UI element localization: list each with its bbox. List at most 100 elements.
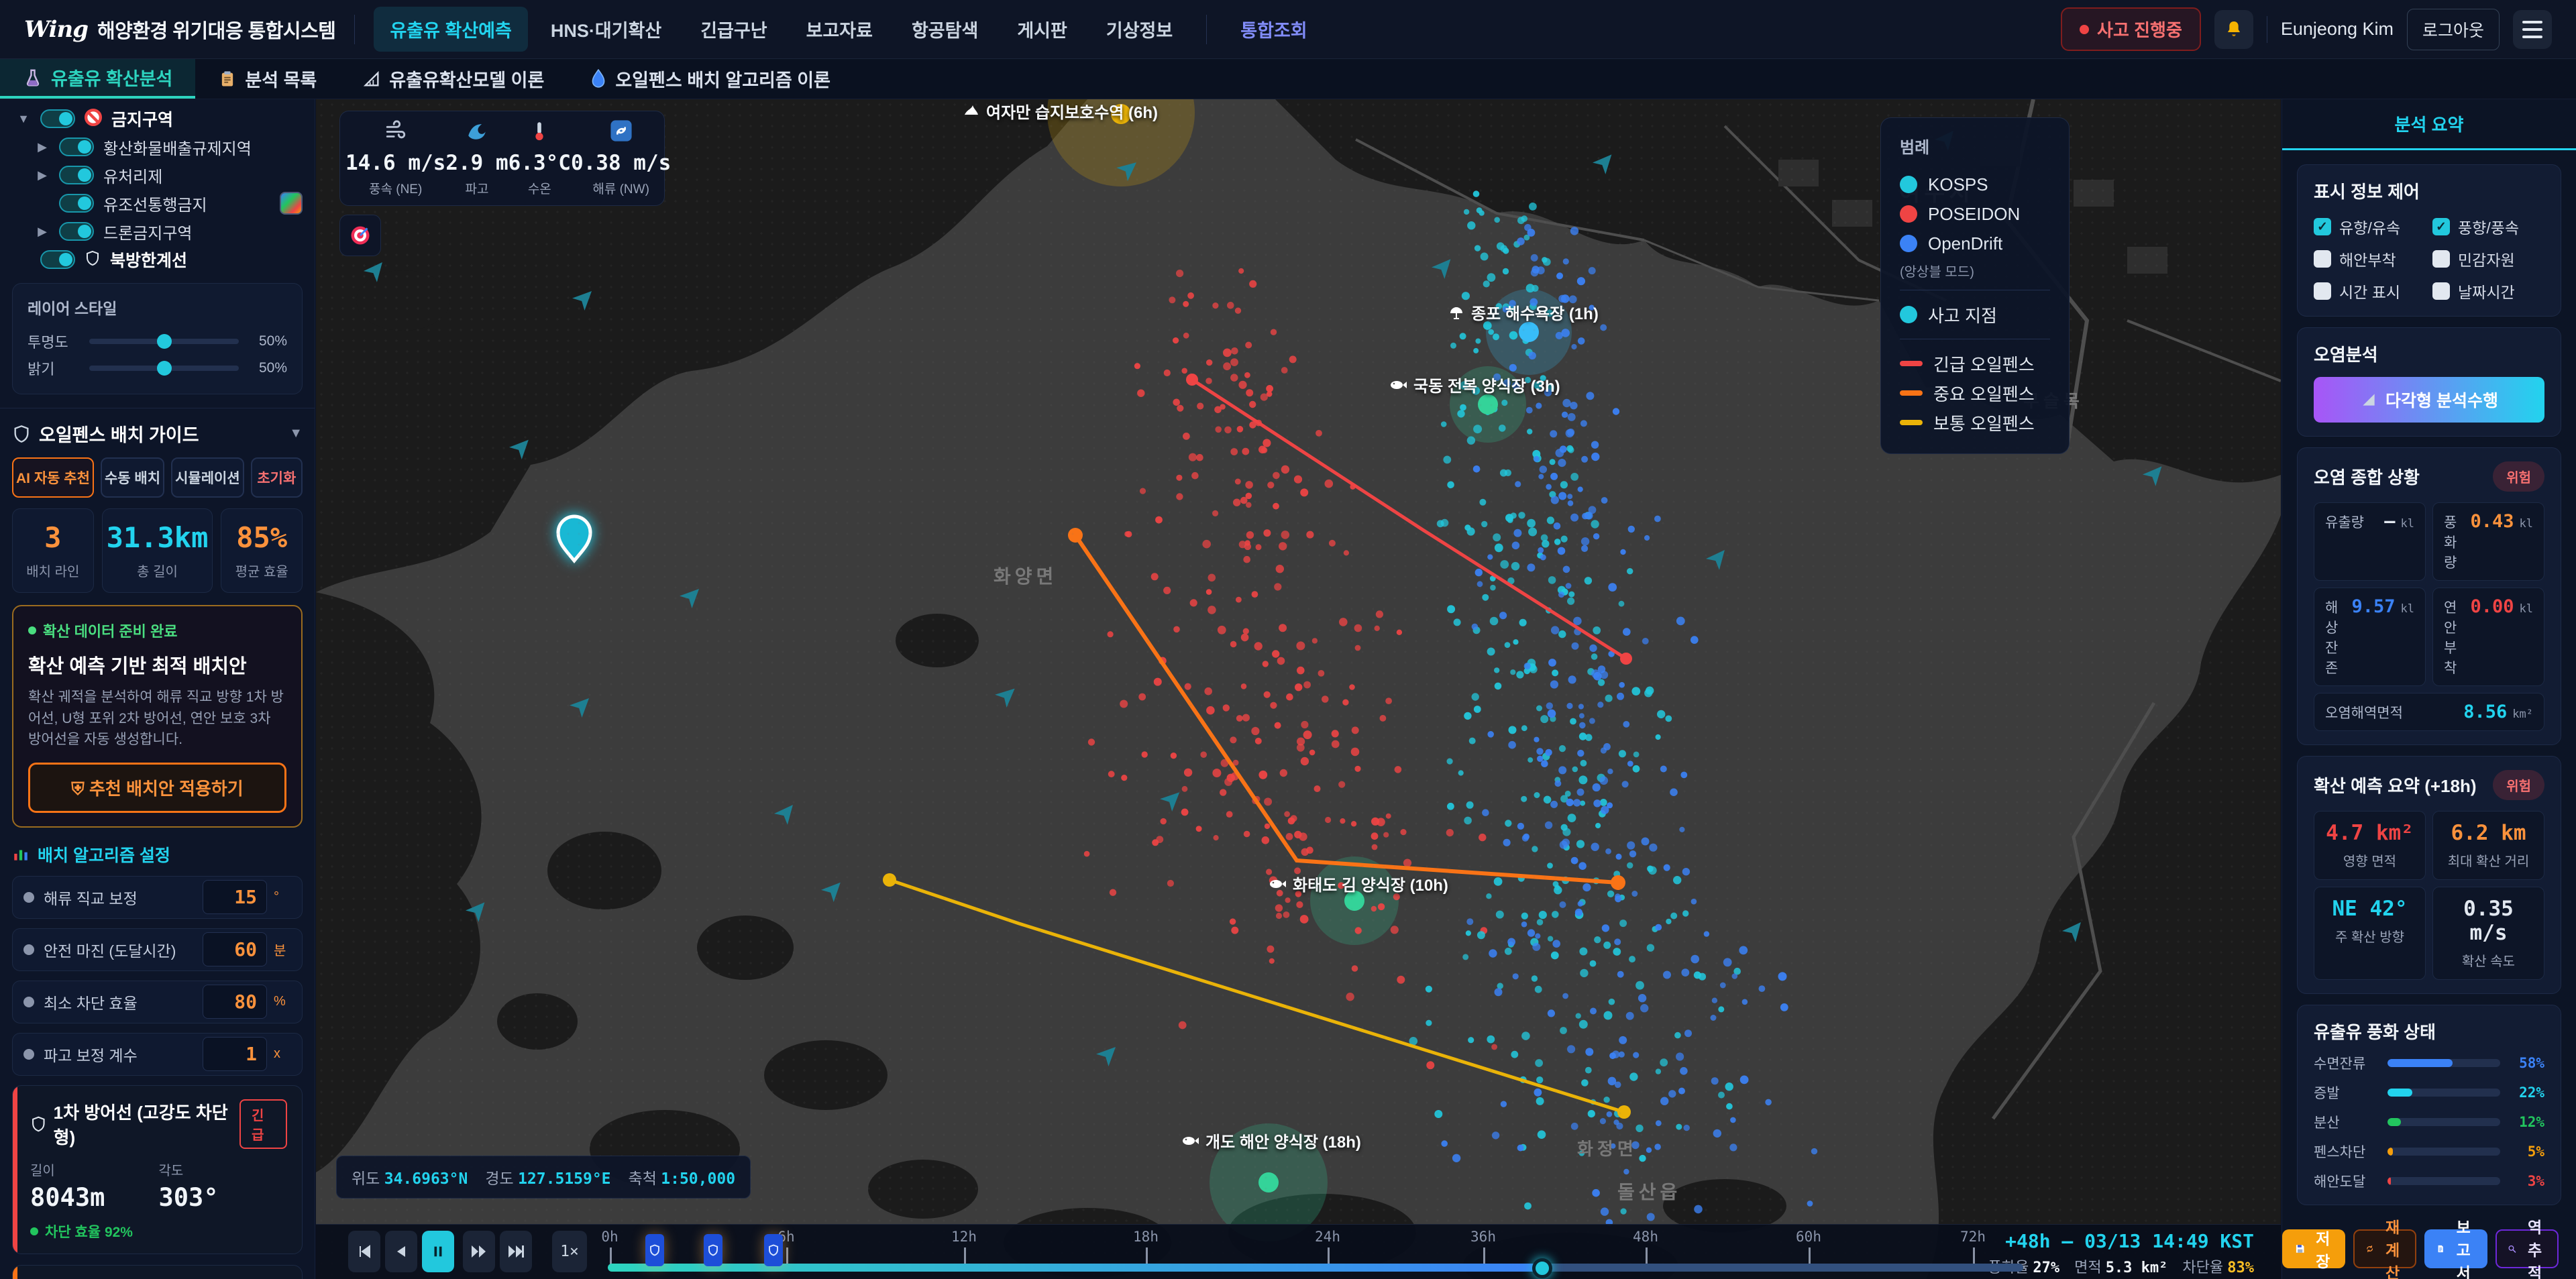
layer-toggle[interactable] — [59, 166, 94, 184]
checkbox-icon[interactable]: ✓ — [2432, 218, 2450, 235]
tab-4[interactable]: 오일펜스 배치 알고리즘 이론 — [567, 59, 853, 99]
algorithm-settings: 배치 알고리즘 설정 해류 직교 보정15°안전 마진 (도달시간)60분최소 … — [0, 828, 315, 1076]
nav-item-1[interactable]: 유출유 확산예측 — [374, 7, 527, 52]
playback-speed-button[interactable]: 1× — [552, 1231, 587, 1272]
skip-end-button[interactable] — [500, 1231, 532, 1272]
map-canvas[interactable]: 여수시무슬목화양면화정면돌산읍 여자만 습지보호수역 (6h)종포 해수욕장 (… — [316, 99, 2281, 1279]
layer-style-sliders: 투명도50%밝기50% — [28, 328, 287, 382]
forecast-value: 0.35 m/s — [2438, 897, 2538, 945]
lon-value: 127.5159°E — [518, 1170, 610, 1188]
tab-1[interactable]: 유출유 확산분석 — [0, 59, 195, 99]
timeline-progress-remaining[interactable] — [1542, 1264, 2023, 1272]
fence-deploy-marker-3[interactable] — [764, 1234, 783, 1266]
save-button[interactable]: 저장 — [2282, 1229, 2345, 1268]
param-input[interactable]: 1 — [203, 1037, 267, 1071]
stat-label: 연안부착 — [2444, 597, 2465, 677]
nav-item-8[interactable]: 통합조회 — [1224, 7, 1323, 52]
nav-item-2[interactable]: HNS·대기확산 — [535, 7, 678, 52]
weathering-title: 유출유 풍화 상태 — [2314, 1019, 2544, 1044]
layer-toggle[interactable] — [40, 250, 75, 269]
ffwd-button[interactable] — [463, 1231, 495, 1272]
incident-status-badge[interactable]: 사고 진행중 — [2061, 7, 2201, 51]
defense-line-card-2[interactable]: 2차 방어선 (외해용 중형 포위망)중요길이11180m각도303°차단 효율… — [12, 1265, 303, 1279]
param-input[interactable]: 15 — [203, 880, 267, 914]
nav-item-3[interactable]: 긴급구난 — [684, 7, 783, 52]
caret-right-icon[interactable]: ▶ — [35, 168, 50, 182]
nav-item-5[interactable]: 항공탐색 — [896, 7, 994, 52]
display-checkbox-1[interactable]: ✓유향/유속 — [2314, 215, 2426, 238]
fence-mode-3[interactable]: 시뮬레이션 — [171, 457, 244, 498]
report-button[interactable]: 보고서 — [2424, 1229, 2487, 1268]
tab-2[interactable]: 분석 목록 — [195, 59, 339, 99]
defense-line-card-1[interactable]: 1차 방어선 (고강도 차단형)긴급길이8043m각도303°차단 효율 92% — [12, 1085, 303, 1254]
fence-line-icon — [1900, 390, 1923, 396]
param-input[interactable]: 80 — [203, 985, 267, 1019]
layer-toggle[interactable] — [59, 194, 94, 213]
stat-label: 풍화량 — [2444, 512, 2465, 572]
lat-value: 34.6963°N — [384, 1170, 468, 1188]
bar-fill — [2387, 1059, 2453, 1067]
display-checkbox-2[interactable]: ✓풍향/풍속 — [2432, 215, 2544, 238]
menu-button[interactable] — [2513, 10, 2552, 49]
shield-icon — [649, 1243, 661, 1257]
layer-style-swatch-button[interactable] — [280, 192, 303, 215]
skip-start-button[interactable] — [348, 1231, 380, 1272]
fence-deploy-marker-2[interactable] — [704, 1234, 722, 1266]
apply-recommended-plan-button[interactable]: ⛨ 추천 배치안 적용하기 — [28, 763, 286, 813]
polygon-analysis-button[interactable]: 다각형 분석수행 — [2314, 377, 2544, 423]
caret-right-icon[interactable]: ▶ — [35, 140, 50, 154]
timeline-tick-label: 60h — [1796, 1229, 1821, 1245]
layer-toggle[interactable] — [59, 222, 94, 241]
panel-title-tab[interactable]: 분석 요약 — [2282, 99, 2576, 150]
caret-down-icon[interactable]: ▼ — [16, 112, 31, 126]
logout-button[interactable]: 로그아웃 — [2407, 9, 2500, 50]
nav-item-6[interactable]: 게시판 — [1001, 7, 1083, 52]
display-checkbox-6[interactable]: 날짜시간 — [2432, 280, 2544, 302]
pollution-stats: 유출량—kl풍화량0.43kl해상잔존9.57kl연안부착0.00kl오염해역면… — [2314, 502, 2544, 731]
weather-widget: 14.6 m/s풍속 (NE)2.9 m파고6.3°C수온0.38 m/s해류 … — [339, 111, 665, 206]
app-root: Wing 해양환경 위기대응 통합시스템 유출유 확산예측HNS·대기확산긴급구… — [0, 0, 2576, 1279]
caret-right-icon[interactable]: ▶ — [35, 225, 50, 239]
fence-stat-1: 3배치 라인 — [12, 508, 94, 593]
slider-track[interactable] — [89, 366, 239, 371]
stat-value: 0.43 — [2470, 511, 2514, 532]
recalculate-icon — [2365, 1241, 2374, 1257]
timeline-scrubber[interactable] — [1532, 1258, 1552, 1278]
tab-3[interactable]: 유출유확산모델 이론 — [339, 59, 567, 99]
param-input[interactable]: 60 — [203, 932, 267, 966]
slider-track[interactable] — [89, 339, 239, 344]
slider-knob[interactable] — [157, 334, 172, 349]
fence-mode-2[interactable]: 수동 배치 — [101, 457, 164, 498]
fence-mode-4[interactable]: 초기화 — [251, 457, 303, 498]
display-checkbox-4[interactable]: 민감자원 — [2432, 247, 2544, 270]
pause-button[interactable] — [422, 1231, 454, 1272]
timeline-progress-elapsed[interactable] — [608, 1264, 1542, 1272]
checkbox-icon[interactable] — [2432, 250, 2450, 268]
backtrack-button[interactable]: 역추적 — [2496, 1229, 2559, 1268]
model-dot-icon — [1900, 235, 1917, 252]
slider-knob[interactable] — [157, 361, 172, 376]
checkbox-icon[interactable] — [2432, 282, 2450, 300]
layer-toggle[interactable] — [40, 109, 75, 128]
display-checkbox-5[interactable]: 시간 표시 — [2314, 280, 2426, 302]
step-back-button[interactable] — [385, 1231, 417, 1272]
recenter-incident-button[interactable] — [339, 215, 381, 256]
checkbox-icon[interactable] — [2314, 282, 2331, 300]
display-checkbox-3[interactable]: 해안부착 — [2314, 247, 2426, 270]
checkbox-icon[interactable]: ✓ — [2314, 218, 2331, 235]
nav-item-4[interactable]: 보고자료 — [790, 7, 889, 52]
fence-guide-collapse[interactable]: ▼ — [289, 426, 303, 441]
recalc-button[interactable]: 재계산 — [2353, 1229, 2416, 1268]
layer-style-title: 레이어 스타일 — [28, 296, 287, 319]
notifications-button[interactable] — [2214, 10, 2253, 49]
shield-icon — [85, 249, 101, 270]
timeline-stat-2: 면적 5.3 km² — [2074, 1256, 2167, 1277]
bar-fill — [2387, 1089, 2412, 1097]
analysis-summary-panel: 분석 요약 표시 정보 제어 ✓유향/유속✓풍향/풍속해안부착민감자원시간 표시… — [2282, 99, 2576, 1279]
nav-item-7[interactable]: 기상정보 — [1090, 7, 1189, 52]
bar-value: 58% — [2510, 1055, 2544, 1071]
checkbox-icon[interactable] — [2314, 250, 2331, 268]
fence-deploy-marker-1[interactable] — [645, 1234, 664, 1266]
fence-mode-1[interactable]: AI 자동 추천 — [12, 457, 94, 498]
layer-toggle[interactable] — [59, 137, 94, 156]
